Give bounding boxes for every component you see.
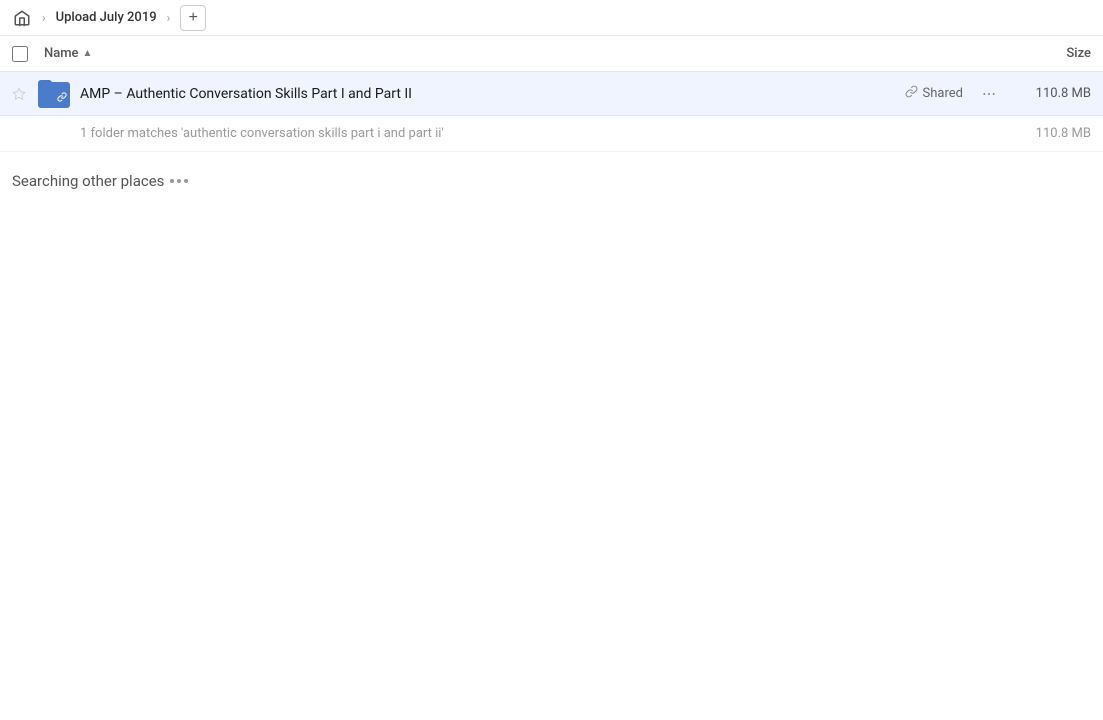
breadcrumb-bar: › Upload July 2019 › + (0, 0, 1103, 36)
shared-label: Shared (923, 86, 963, 101)
size-column-header[interactable]: Size (991, 46, 1091, 61)
select-all-checkbox[interactable] (12, 46, 28, 62)
link-icon (905, 85, 918, 102)
loading-indicator (170, 179, 188, 183)
add-button[interactable]: + (180, 5, 206, 31)
file-size: 110.8 MB (1011, 86, 1091, 101)
match-text: 1 folder matches 'authentic conversation… (80, 126, 1011, 141)
searching-label: Searching other places (12, 172, 164, 190)
folder-icon (36, 80, 72, 108)
breadcrumb-title[interactable]: Upload July 2019 (52, 10, 161, 25)
breadcrumb-chevron2: › (165, 11, 173, 25)
star-icon[interactable] (12, 87, 36, 101)
match-size: 110.8 MB (1011, 126, 1091, 141)
select-all-checkbox-wrap[interactable] (12, 46, 44, 62)
folder-link-icon (57, 92, 67, 105)
dot-1 (170, 179, 174, 183)
match-info-row: 1 folder matches 'authentic conversation… (0, 116, 1103, 152)
dot-2 (177, 179, 181, 183)
home-button[interactable] (8, 4, 36, 32)
breadcrumb-chevron: › (40, 11, 48, 25)
dot-3 (184, 179, 188, 183)
file-row[interactable]: AMP – Authentic Conversation Skills Part… (0, 72, 1103, 116)
file-name: AMP – Authentic Conversation Skills Part… (72, 86, 905, 102)
sort-arrow-icon: ▲ (83, 48, 93, 59)
name-column-label: Name (44, 46, 79, 61)
name-column-header[interactable]: Name ▲ (44, 46, 991, 61)
shared-badge: Shared (905, 85, 963, 102)
size-column-label: Size (1066, 46, 1091, 61)
column-headers: Name ▲ Size (0, 36, 1103, 72)
searching-row: Searching other places (0, 152, 1103, 190)
more-options-button[interactable] (975, 86, 1003, 102)
